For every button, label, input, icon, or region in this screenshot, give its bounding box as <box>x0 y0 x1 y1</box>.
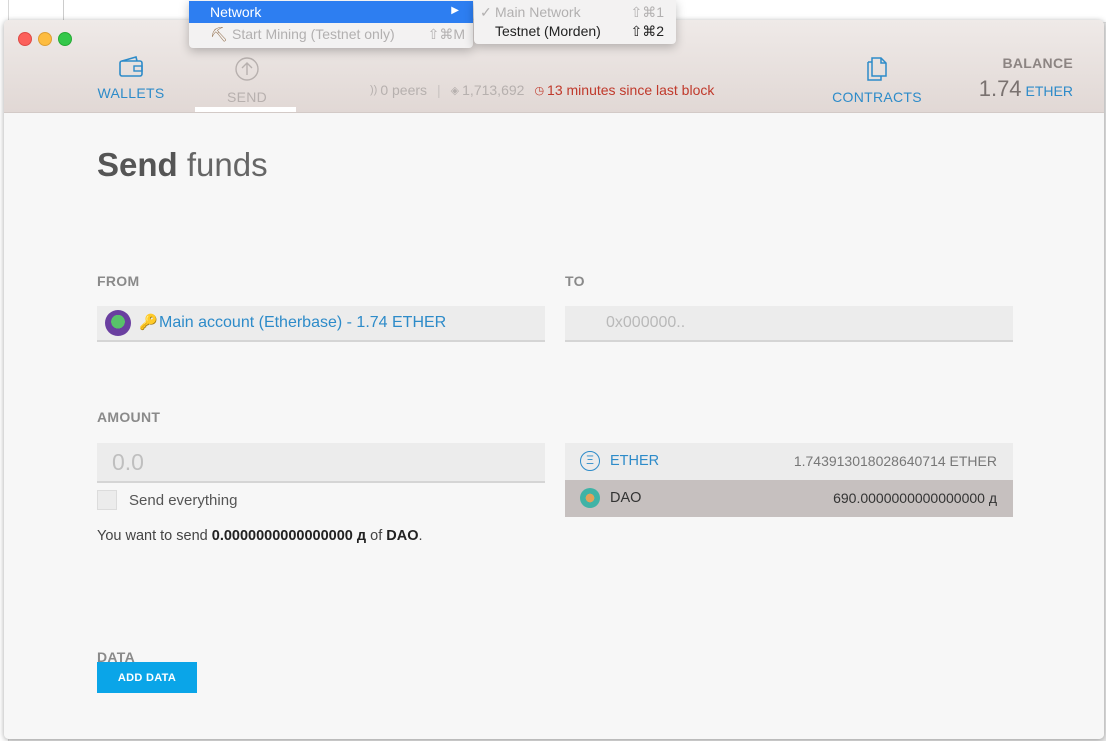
summary-of: of <box>366 528 387 544</box>
close-window-button[interactable] <box>18 32 32 46</box>
token-balance: 690.0000000000000000 д <box>833 490 997 506</box>
to-address-input[interactable] <box>565 306 1013 340</box>
summary-suffix: . <box>418 528 423 544</box>
clock-icon: ◷ <box>534 84 545 97</box>
send-page: Send funds FROM 🔑 Main account (Etherbas… <box>4 113 1104 739</box>
from-account-select[interactable]: 🔑 Main account (Etherbase) - 1.74 ETHER <box>97 306 545 342</box>
maximize-window-button[interactable] <box>58 32 72 46</box>
summary-prefix: You want to send <box>97 528 212 544</box>
wallet-icon <box>119 56 143 77</box>
arrow-up-circle-icon <box>235 57 259 81</box>
minimize-window-button[interactable] <box>38 32 52 46</box>
account-identicon <box>105 310 131 336</box>
balance-title: BALANCE <box>1002 55 1073 71</box>
tab-wallets[interactable]: WALLETS <box>96 56 166 101</box>
submenu-item-label: Testnet (Morden) <box>495 23 601 39</box>
submenu-item-main-network[interactable]: ✓ Main Network ⇧⌘1 <box>474 2 676 22</box>
amount-label: AMOUNT <box>97 409 161 425</box>
to-address-field-wrap <box>565 306 1013 342</box>
send-everything-label[interactable]: Send everything <box>129 492 237 509</box>
tab-send-label: SEND <box>226 89 268 105</box>
balance-value: 1.74 <box>978 76 1022 101</box>
add-data-button[interactable]: ADD DATA <box>97 662 197 693</box>
peers-icon: )) <box>370 84 378 96</box>
balance-unit[interactable]: ETHER <box>1026 83 1073 99</box>
submenu-item-shortcut: ⇧⌘1 <box>630 4 664 20</box>
tab-wallets-label: WALLETS <box>97 85 165 101</box>
tab-contracts[interactable]: CONTRACTS <box>832 56 922 105</box>
balance-display: 1.74 ETHER <box>979 76 1073 102</box>
mist-window: WALLETS SEND )) 0 peers | ◈ 1,713,692 ◷ … <box>4 20 1104 739</box>
to-label: TO <box>565 273 585 289</box>
ether-icon: Ξ <box>580 451 600 471</box>
dao-icon <box>580 488 600 508</box>
token-option-dao[interactable]: DAO 690.0000000000000000 д <box>565 480 1013 517</box>
send-everything-checkbox[interactable] <box>97 490 117 510</box>
page-title-bold: Send <box>97 146 178 183</box>
page-title: Send funds <box>97 146 268 184</box>
submenu-item-testnet[interactable]: Testnet (Morden) ⇧⌘2 <box>474 21 676 41</box>
menu-item-shortcut: ⇧⌘M <box>427 26 465 42</box>
token-name: DAO <box>610 490 642 506</box>
key-icon: 🔑 <box>139 314 158 331</box>
chevron-right-icon: ▶ <box>451 5 459 16</box>
active-tab-indicator <box>195 107 296 112</box>
network-status: )) 0 peers | ◈ 1,713,692 ◷ 13 minutes si… <box>370 82 714 98</box>
from-label: FROM <box>97 273 140 289</box>
submenu-item-label: Main Network <box>495 4 581 20</box>
menu-item-label: Network <box>210 4 262 20</box>
layers-icon: ◈ <box>450 84 460 97</box>
page-title-light: funds <box>186 146 268 183</box>
menu-item-network[interactable]: Network ▶ <box>189 1 473 23</box>
amount-input[interactable] <box>97 443 545 481</box>
network-menu: Network ▶ ⛏ Start Mining (Testnet only) … <box>189 0 473 48</box>
tab-contracts-label: CONTRACTS <box>832 89 922 105</box>
peers-count: 0 peers <box>380 82 428 98</box>
background-divider <box>63 0 64 22</box>
status-divider: | <box>437 82 441 98</box>
submenu-item-shortcut: ⇧⌘2 <box>630 23 664 39</box>
tab-send[interactable]: SEND <box>222 56 272 105</box>
summary-amount: 0.0000000000000000 д <box>211 528 367 544</box>
send-everything-row: Send everything <box>97 490 237 510</box>
summary-token: DAO <box>386 528 419 544</box>
pickaxe-icon: ⛏ <box>210 26 228 42</box>
block-number: 1,713,692 <box>462 82 525 98</box>
token-option-ether[interactable]: Ξ ETHER 1.743913018028640714 ETHER <box>565 443 1013 480</box>
network-submenu: ✓ Main Network ⇧⌘1 Testnet (Morden) ⇧⌘2 <box>474 0 676 44</box>
menu-item-start-mining: ⛏ Start Mining (Testnet only) ⇧⌘M <box>189 23 473 45</box>
send-summary: You want to send 0.0000000000000000 д of… <box>97 528 423 544</box>
token-name: ETHER <box>610 453 660 469</box>
menu-item-label: Start Mining (Testnet only) <box>232 26 395 42</box>
checkmark-icon: ✓ <box>480 4 492 20</box>
last-block-time: 13 minutes since last block <box>547 82 715 98</box>
token-balance: 1.743913018028640714 ETHER <box>793 453 997 469</box>
amount-field-wrap <box>97 443 545 483</box>
contracts-icon <box>867 57 887 81</box>
token-selector: Ξ ETHER 1.743913018028640714 ETHER DAO 6… <box>565 443 1013 517</box>
from-account-label: Main account (Etherbase) - 1.74 ETHER <box>159 314 447 331</box>
